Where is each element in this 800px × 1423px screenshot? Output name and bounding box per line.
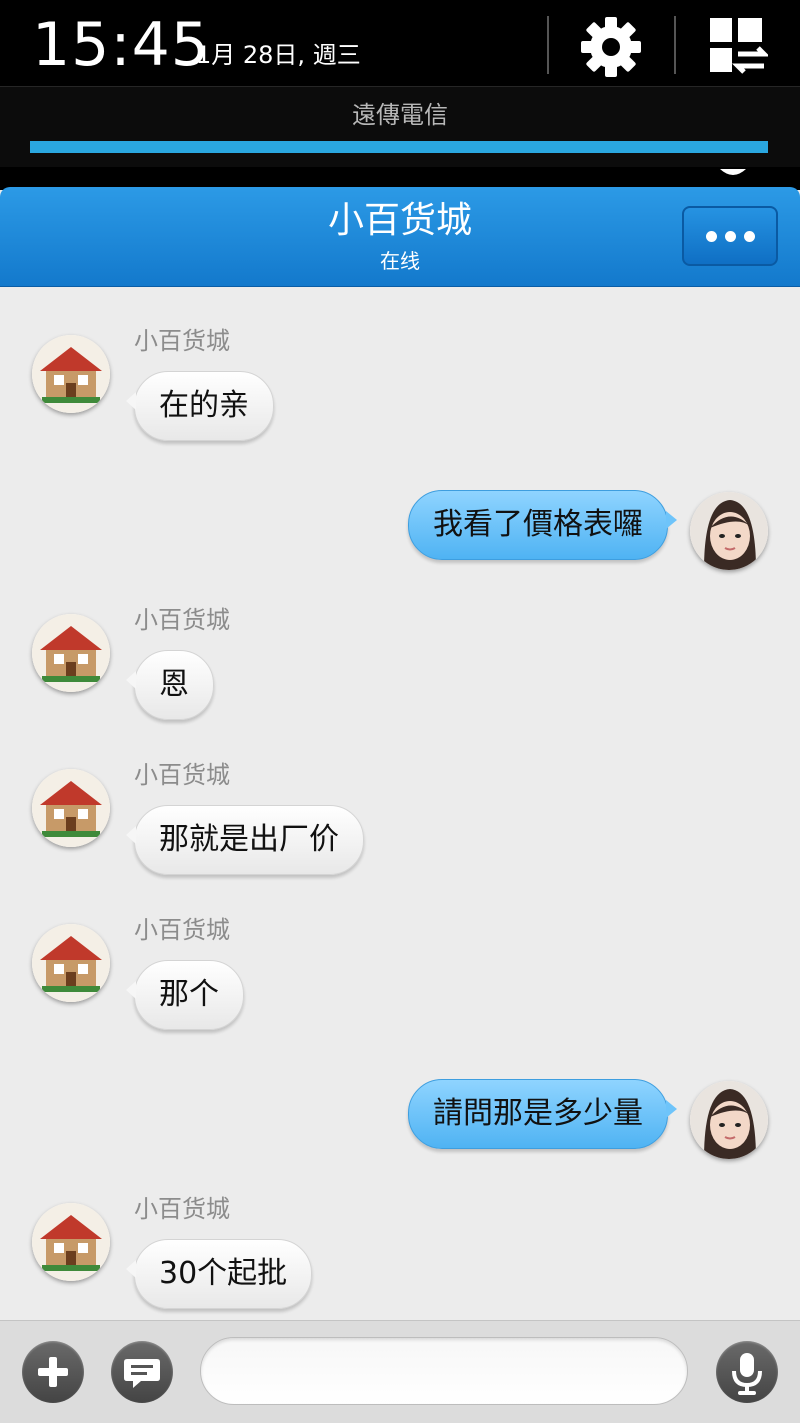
chat-title: 小百货城 — [327, 200, 472, 241]
shop-avatar[interactable] — [32, 924, 110, 1002]
incoming-bubble[interactable]: 恩 — [126, 650, 214, 720]
message-input[interactable] — [200, 1337, 688, 1405]
add-button[interactable] — [22, 1341, 84, 1403]
sender-name: 小百货城 — [134, 1195, 230, 1223]
carrier-label: 遠傳電信 — [352, 101, 448, 129]
voice-button[interactable] — [716, 1341, 778, 1403]
shop-avatar[interactable] — [32, 1203, 110, 1281]
quick-reply-button[interactable] — [111, 1341, 173, 1403]
user-avatar[interactable] — [690, 1081, 768, 1159]
divider — [547, 16, 549, 74]
chat-header: 小百货城 在线 — [0, 187, 800, 287]
more-dots-icon — [705, 230, 717, 242]
gear-icon[interactable] — [578, 14, 644, 80]
shop-avatar[interactable] — [32, 769, 110, 847]
incoming-bubble[interactable]: 那就是出厂价 — [126, 805, 364, 875]
divider — [674, 16, 676, 74]
shade-accent-bar — [30, 141, 768, 153]
chat-status: 在线 — [380, 249, 420, 273]
clock-time: 15:45 — [32, 10, 210, 80]
shop-avatar[interactable] — [32, 335, 110, 413]
shop-avatar[interactable] — [32, 614, 110, 692]
incoming-bubble[interactable]: 在的亲 — [126, 371, 274, 441]
outgoing-bubble[interactable]: 請問那是多少量 — [408, 1079, 677, 1149]
message-icon — [124, 1359, 160, 1388]
incoming-bubble[interactable]: 那个 — [126, 960, 244, 1030]
incoming-bubble[interactable]: 30个起批 — [125, 1239, 313, 1309]
sender-name: 小百货城 — [134, 327, 230, 355]
user-avatar[interactable] — [690, 492, 768, 570]
microphone-icon — [732, 1353, 762, 1395]
sender-name: 小百货城 — [134, 761, 230, 789]
sender-name: 小百货城 — [134, 916, 230, 944]
plus-icon — [38, 1357, 68, 1387]
clock-date: 1月 28日, 週三 — [196, 41, 361, 69]
more-menu-button[interactable] — [682, 206, 778, 266]
shade-handle-icon[interactable] — [718, 164, 748, 176]
quick-settings-icon[interactable] — [706, 16, 771, 76]
sender-name: 小百货城 — [134, 606, 230, 634]
outgoing-bubble[interactable]: 我看了價格表囉 — [408, 490, 677, 560]
input-bar — [0, 1320, 800, 1423]
